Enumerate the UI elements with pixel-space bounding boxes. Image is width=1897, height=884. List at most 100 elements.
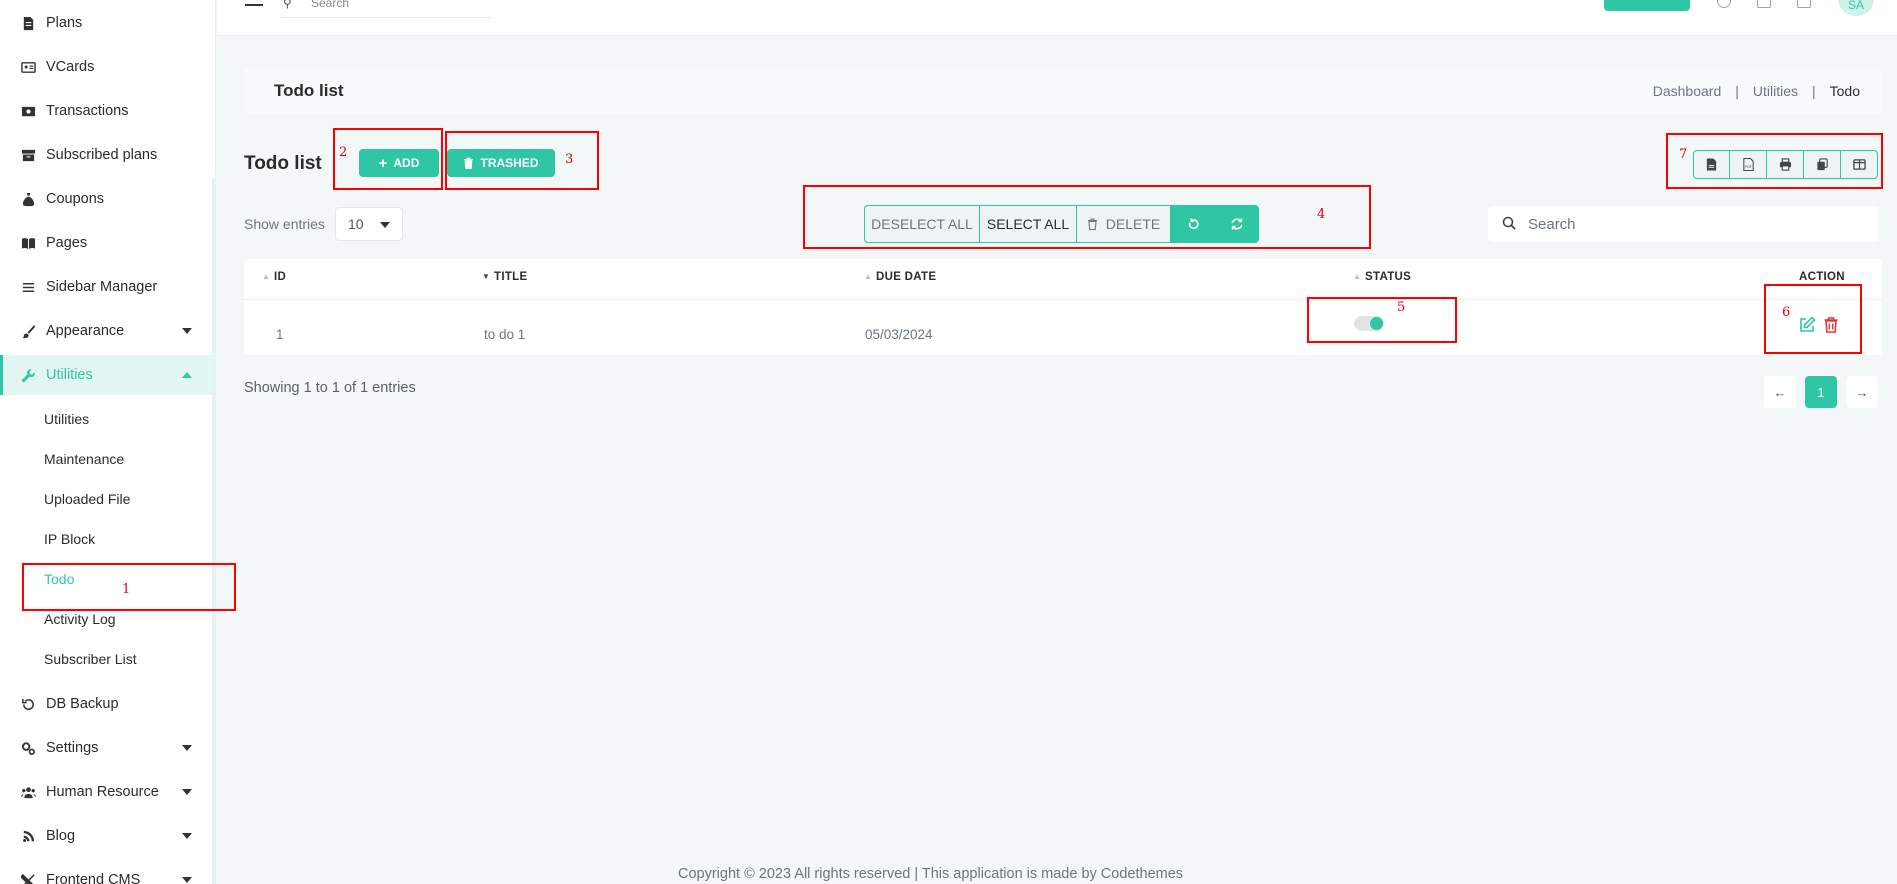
- sidebar-subitem-label: Uploaded File: [44, 491, 131, 507]
- sidebar-subitem-subscriber-list[interactable]: Subscriber List: [0, 641, 212, 677]
- table-search[interactable]: [1488, 206, 1878, 242]
- search-input[interactable]: [1522, 206, 1862, 242]
- sidebar-item-label: Human Resource: [46, 784, 159, 800]
- history-icon: [20, 696, 36, 712]
- column-header-action: ACTION: [1799, 271, 1845, 283]
- sort-icon: ▲: [262, 272, 271, 281]
- column-header-title[interactable]: ▼ TITLE: [482, 271, 527, 283]
- book-icon: [20, 235, 36, 251]
- sidebar-item-vcards[interactable]: VCards: [0, 47, 212, 87]
- header-divider: [244, 299, 1882, 300]
- annotation-label-7: 7: [1679, 147, 1688, 162]
- breadcrumb: Dashboard | Utilities | Todo: [1653, 83, 1860, 99]
- show-entries-label: Show entries: [244, 216, 325, 232]
- wrench-icon: [20, 367, 36, 383]
- sidebar-subitem-ip-block[interactable]: IP Block: [0, 521, 212, 557]
- page-title: Todo list: [274, 81, 344, 100]
- sidebar-subitem-utilities[interactable]: Utilities: [0, 401, 212, 437]
- page-header: Todo list Dashboard | Utilities | Todo: [244, 68, 1882, 114]
- pagination-prev[interactable]: ←: [1764, 376, 1796, 408]
- list-title: Todo list: [244, 153, 322, 174]
- sidebar-subitem-uploaded-file[interactable]: Uploaded File: [0, 481, 212, 517]
- globe-icon[interactable]: [1717, 0, 1731, 8]
- users-icon: [20, 784, 36, 800]
- pagination-next[interactable]: →: [1846, 376, 1878, 408]
- sidebar-subitem-label: IP Block: [44, 531, 96, 547]
- download-icon[interactable]: [1757, 0, 1771, 8]
- sidebar-item-plans[interactable]: Plans: [0, 3, 212, 43]
- chevron-down-icon: [182, 745, 192, 751]
- bell-icon[interactable]: [1797, 0, 1811, 8]
- column-header-label: TITLE: [494, 271, 528, 283]
- bars-icon: [20, 279, 36, 295]
- annotation-box-4: [803, 185, 1371, 249]
- breadcrumb-dashboard[interactable]: Dashboard: [1653, 83, 1722, 99]
- sidebar-item-label: VCards: [46, 59, 95, 75]
- search-icon: [1502, 216, 1516, 230]
- sidebar-item-blog[interactable]: Blog: [0, 816, 212, 856]
- topbar-action-button[interactable]: [1604, 0, 1690, 11]
- breadcrumb-current: Todo: [1829, 83, 1860, 99]
- annotation-box-6: [1764, 284, 1862, 354]
- tools-icon: [20, 872, 36, 884]
- sidebar-item-subscribed-plans[interactable]: Subscribed plans: [0, 135, 212, 175]
- entries-per-page-select[interactable]: 10: [335, 207, 403, 241]
- annotation-box-5: [1307, 297, 1457, 343]
- breadcrumb-utilities[interactable]: Utilities: [1753, 83, 1798, 99]
- topbar: ⚲ Search SA: [217, 0, 1897, 36]
- sidebar-item-db-backup[interactable]: DB Backup: [0, 684, 212, 724]
- column-header-status[interactable]: ▲ STATUS: [1353, 271, 1411, 283]
- pagination-info: Showing 1 to 1 of 1 entries: [244, 380, 416, 396]
- cell-due-date: 05/03/2024: [865, 327, 933, 342]
- cell-title: to do 1: [484, 327, 526, 342]
- money-bag-icon: [20, 191, 36, 207]
- id-card-icon: [20, 59, 36, 75]
- hamburger-menu-icon[interactable]: [245, 0, 263, 6]
- annotation-label-1: 1: [122, 582, 131, 597]
- sidebar-item-pages[interactable]: Pages: [0, 223, 212, 263]
- sidebar-subitem-maintenance[interactable]: Maintenance: [0, 441, 212, 477]
- topbar-search[interactable]: ⚲ Search: [281, 0, 491, 18]
- sidebar-scrollbar[interactable]: [212, 178, 215, 884]
- column-header-due-date[interactable]: ▲ DUE DATE: [864, 271, 936, 283]
- annotation-label-2: 2: [339, 145, 348, 160]
- sidebar-item-label: Blog: [46, 828, 76, 844]
- sidebar-item-label: Utilities: [46, 367, 93, 383]
- topbar-search-placeholder: Search: [311, 0, 350, 10]
- sidebar-item-label: Transactions: [46, 103, 129, 119]
- sidebar-item-settings[interactable]: Settings: [0, 728, 212, 768]
- entries-select-value: 10: [348, 216, 364, 232]
- sidebar-item-sidebar-manager[interactable]: Sidebar Manager: [0, 267, 212, 307]
- sidebar-item-human-resource[interactable]: Human Resource: [0, 772, 212, 812]
- breadcrumb-separator: |: [1735, 83, 1739, 99]
- column-header-label: DUE DATE: [876, 271, 937, 283]
- footer-copyright: Copyright © 2023 All rights reserved | T…: [678, 866, 1184, 882]
- archive-icon: [20, 147, 36, 163]
- chevron-down-icon: [380, 222, 390, 228]
- sidebar-item-appearance[interactable]: Appearance: [0, 311, 212, 351]
- sidebar-item-label: Frontend CMS: [46, 872, 141, 884]
- annotation-box-2: [333, 128, 443, 190]
- pagination-page-current[interactable]: 1: [1805, 376, 1837, 408]
- column-header-id[interactable]: ▲ ID: [262, 271, 286, 283]
- sidebar-item-transactions[interactable]: Transactions: [0, 91, 212, 131]
- cell-id: 1: [276, 327, 284, 342]
- sidebar-item-label: Pages: [46, 235, 88, 251]
- sidebar-item-label: Coupons: [46, 191, 105, 207]
- sidebar-item-coupons[interactable]: Coupons: [0, 179, 212, 219]
- breadcrumb-separator: |: [1812, 83, 1816, 99]
- sidebar-item-label: DB Backup: [46, 696, 119, 712]
- sidebar-item-utilities[interactable]: Utilities: [0, 355, 212, 395]
- sidebar-item-label: Sidebar Manager: [46, 279, 158, 295]
- sidebar-subitem-label: Utilities: [44, 411, 90, 427]
- column-header-label: ID: [274, 271, 287, 283]
- sidebar-item-label: Subscribed plans: [46, 147, 158, 163]
- avatar[interactable]: SA: [1838, 0, 1874, 16]
- sidebar-subitem-label: Activity Log: [44, 611, 116, 627]
- sidebar-item-frontend-cms[interactable]: Frontend CMS: [0, 860, 212, 884]
- column-header-label: STATUS: [1365, 271, 1412, 283]
- sidebar-subitem-label: Subscriber List: [44, 651, 137, 667]
- document-icon: [20, 15, 36, 31]
- sort-icon: ▲: [1353, 272, 1362, 281]
- todo-table: ▲ ID ▼ TITLE ▲ DUE DATE ▲ STATUS ACTION 1 to…: [244, 259, 1882, 355]
